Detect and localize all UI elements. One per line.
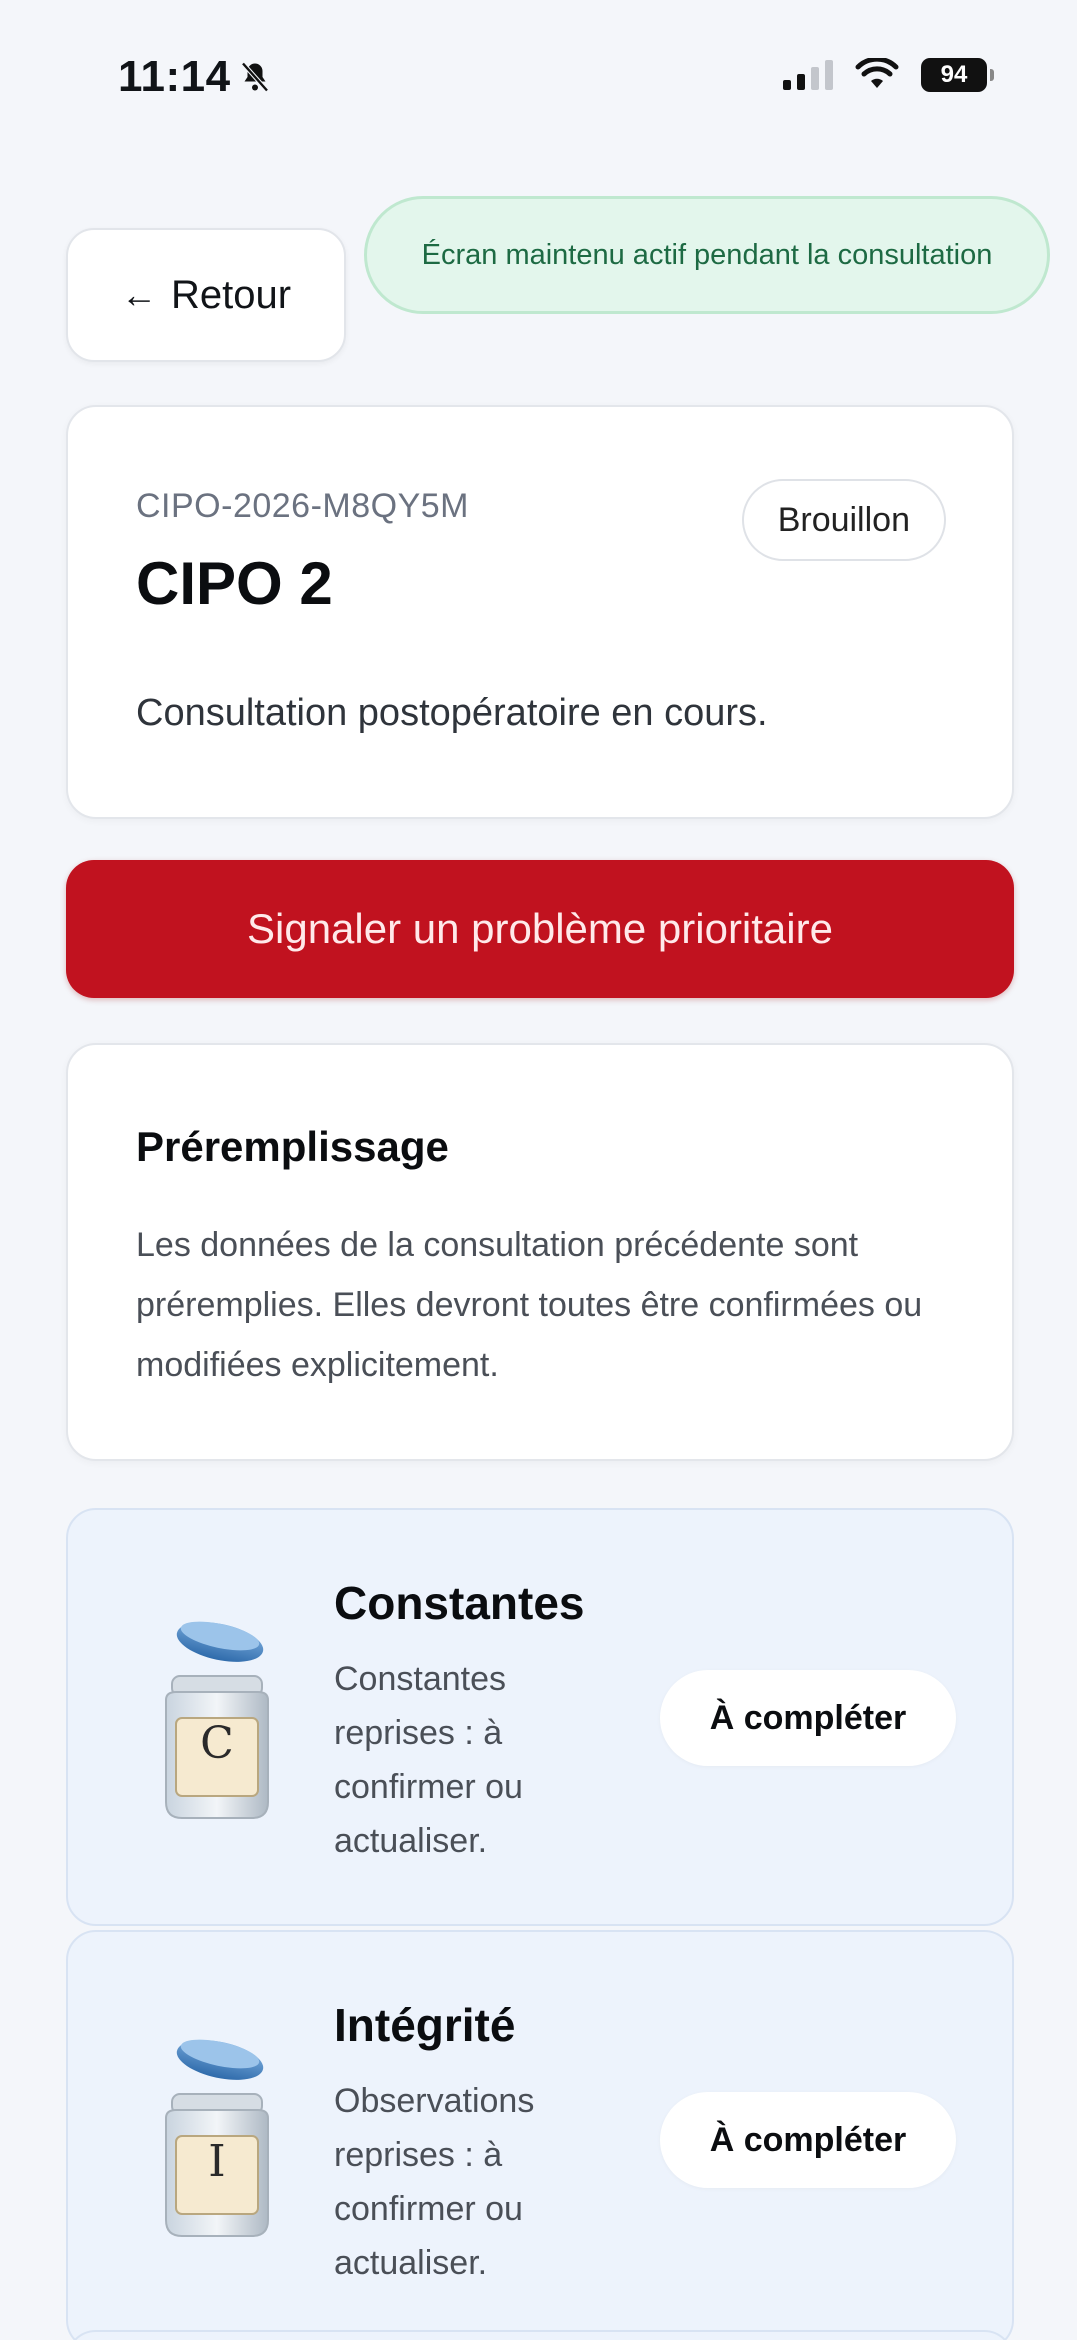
- wifi-icon: [855, 58, 899, 88]
- page-title: CIPO 2: [136, 550, 333, 617]
- back-label: Retour: [170, 272, 292, 317]
- status-badge: Brouillon: [741, 479, 946, 561]
- cellular-signal-icon: [783, 60, 833, 90]
- screen-wake-notice: Écran maintenu actif pendant la consulta…: [364, 196, 1050, 314]
- bell-muted-icon: [240, 62, 269, 92]
- section-title: Intégrité: [334, 1999, 516, 2051]
- section-card-integrite[interactable]: I Intégrité Observations reprises : à co…: [66, 1930, 1014, 2340]
- complete-button[interactable]: À compléter: [660, 2092, 956, 2188]
- section-description: Observations reprises : à confirmer ou a…: [334, 2082, 535, 2282]
- prefill-title: Préremplissage: [136, 1123, 449, 1170]
- status-time: 11:14: [118, 52, 273, 102]
- battery-icon: 94: [921, 58, 994, 92]
- wake-notice-text: Écran maintenu actif pendant la consulta…: [421, 239, 993, 271]
- section-card-partial[interactable]: [66, 2330, 1014, 2340]
- reference-code: CIPO-2026-M8QY5M: [136, 487, 469, 525]
- screen: 11:14 94 ← Retour Écran maintenu actif p…: [0, 0, 1077, 2340]
- clock: 11:14: [118, 52, 231, 101]
- status-label: Brouillon: [777, 500, 910, 539]
- consultation-card: CIPO-2026-M8QY5M Brouillon CIPO 2 Consul…: [66, 405, 1014, 819]
- arrow-left-icon: ←: [120, 274, 157, 315]
- jar-letter: C: [200, 1718, 234, 1769]
- complete-button[interactable]: À compléter: [660, 1670, 956, 1766]
- complete-button-label: À compléter: [709, 1698, 907, 1737]
- status-icons: 94: [783, 58, 994, 92]
- prefill-info-card: Préremplissage Les données de la consult…: [66, 1043, 1014, 1461]
- back-button[interactable]: ← Retour: [66, 228, 346, 362]
- report-priority-problem-button[interactable]: Signaler un problème prioritaire: [66, 860, 1014, 998]
- prefill-text: Les données de la consultation précédent…: [136, 1226, 923, 1384]
- priority-button-label: Signaler un problème prioritaire: [247, 905, 833, 952]
- section-card-constantes[interactable]: C Constantes Constantes reprises : à con…: [66, 1508, 1014, 1926]
- complete-button-label: À compléter: [709, 2120, 907, 2159]
- section-description: Constantes reprises : à confirmer ou act…: [334, 1660, 523, 1860]
- jar-letter: I: [208, 2136, 226, 2187]
- battery-level: 94: [940, 61, 968, 88]
- section-title: Constantes: [334, 1577, 585, 1629]
- consultation-description: Consultation postopératoire en cours.: [136, 692, 768, 734]
